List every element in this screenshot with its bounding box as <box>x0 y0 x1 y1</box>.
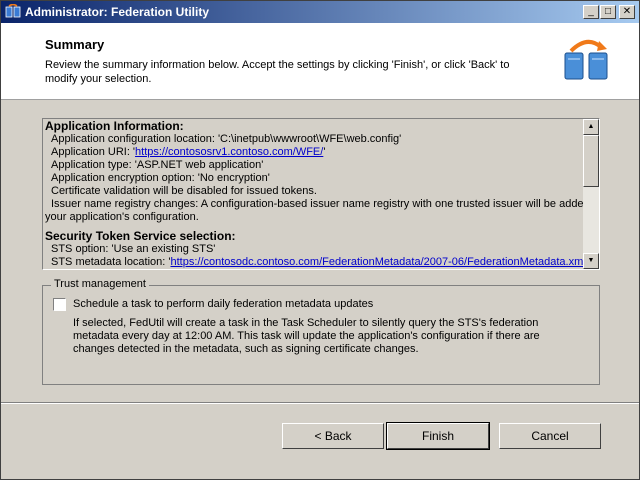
sts-metadata-link[interactable]: https://contosodc.contoso.com/Federation… <box>171 256 586 268</box>
federation-utility-window: Administrator: Federation Utility _ □ ✕ … <box>0 0 640 480</box>
window-title: Administrator: Federation Utility <box>25 5 210 19</box>
summary-line-suffix: ' <box>323 146 326 158</box>
section-heading-sts: Security Token Service selection: <box>45 229 236 243</box>
separator <box>1 402 639 404</box>
daily-metadata-update-checkbox[interactable] <box>53 298 66 311</box>
summary-line: Application type: 'ASP.NET web applicati… <box>51 159 264 171</box>
summary-line: STS option: 'Use an existing STS' <box>51 243 216 255</box>
maximize-icon: □ <box>604 6 612 17</box>
arrow-up-icon: ▲ <box>587 123 595 130</box>
arrow-down-icon: ▼ <box>587 257 595 264</box>
page-title: Summary <box>45 37 105 52</box>
cancel-button[interactable]: Cancel <box>499 423 601 449</box>
checkbox-label[interactable]: Schedule a task to perform daily federat… <box>73 298 373 310</box>
summary-line-prefix: Application URI: ' <box>51 146 136 158</box>
summary-text-box[interactable]: Application Information: Application con… <box>42 118 600 270</box>
wizard-header: Summary Review the summary information b… <box>1 23 639 100</box>
close-icon: ✕ <box>622 6 632 17</box>
page-description: Review the summary information below. Ac… <box>45 59 510 85</box>
summary-line: Application encryption option: 'No encry… <box>51 172 270 184</box>
application-uri-link[interactable]: https://contososrv1.contoso.com/WFE/ <box>135 146 323 158</box>
federation-servers-icon <box>564 39 608 80</box>
minimize-icon: _ <box>588 6 594 17</box>
title-bar[interactable]: Administrator: Federation Utility _ □ ✕ <box>1 1 639 23</box>
scroll-down-button[interactable]: ▼ <box>583 253 599 269</box>
trust-management-group: Trust management Schedule a task to perf… <box>42 278 600 385</box>
finish-button[interactable]: Finish <box>386 422 490 450</box>
federation-utility-icon <box>5 4 21 18</box>
summary-line: your application's configuration. <box>45 211 199 223</box>
summary-line: Application configuration location: 'C:\… <box>51 133 402 145</box>
maximize-button[interactable]: □ <box>600 5 616 19</box>
sts-metadata-line: STS metadata location: 'https://contosod… <box>45 256 586 269</box>
vertical-scrollbar[interactable]: ▲ ▼ <box>583 119 599 269</box>
close-button[interactable]: ✕ <box>619 5 635 19</box>
checkbox-description: If selected, FedUtil will create a task … <box>73 317 540 355</box>
summary-line: Issuer name registry changes: A configur… <box>51 198 600 210</box>
back-button[interactable]: < Back <box>282 423 384 449</box>
scroll-up-button[interactable]: ▲ <box>583 119 599 135</box>
application-uri-line: Application URI: 'https://contososrv1.co… <box>45 146 583 159</box>
group-legend: Trust management <box>51 278 149 290</box>
summary-line-prefix: STS metadata location: ' <box>51 256 171 268</box>
summary-content: Application Information: Application con… <box>45 119 600 269</box>
scrollbar-thumb[interactable] <box>583 135 599 187</box>
section-heading-application: Application Information: <box>45 119 184 133</box>
summary-line: Certificate validation will be disabled … <box>51 185 317 197</box>
minimize-button[interactable]: _ <box>583 5 599 19</box>
